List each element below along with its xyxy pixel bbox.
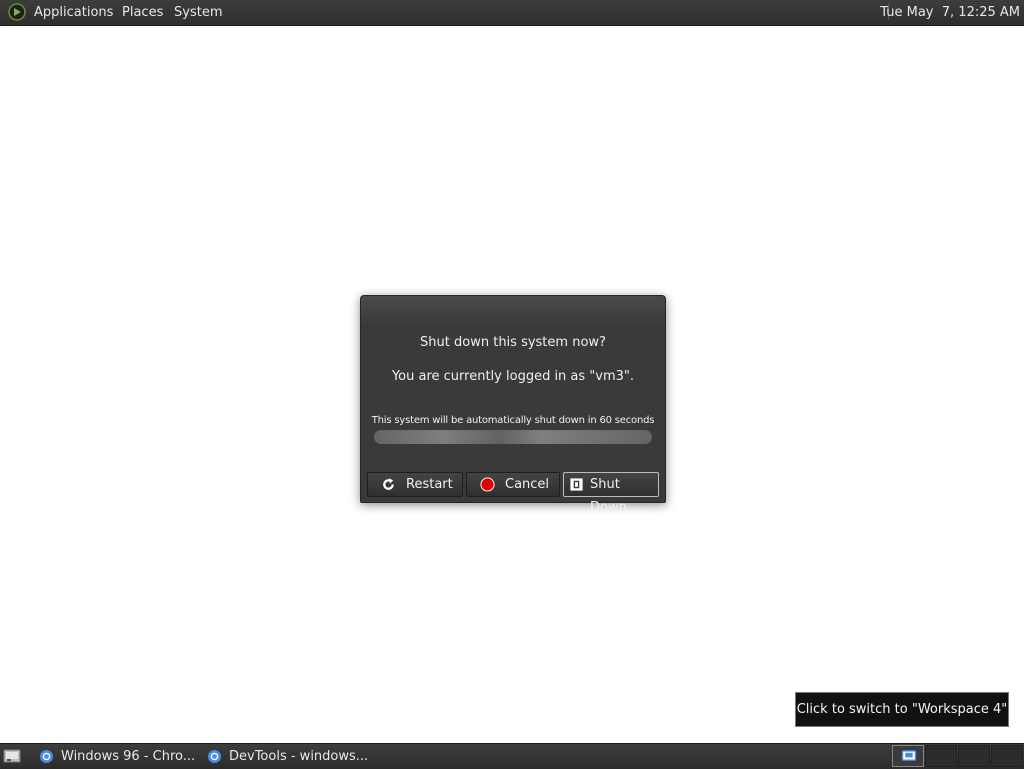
workspace-4[interactable] xyxy=(991,745,1023,767)
workspace-tooltip: Click to switch to "Workspace 4" xyxy=(795,692,1009,727)
dialog-title: Shut down this system now? xyxy=(420,335,606,350)
countdown-label: This system will be automatically shut d… xyxy=(371,415,655,426)
menu-applications[interactable]: Applications xyxy=(34,4,113,21)
cancel-icon xyxy=(480,477,495,492)
window-thumbnail-icon xyxy=(901,750,917,761)
shutdown-dialog: Shut down this system now? You are curre… xyxy=(360,295,666,515)
countdown-progress-bar xyxy=(374,430,652,444)
workspace-switcher xyxy=(892,745,1023,768)
restart-button[interactable]: Restart xyxy=(367,472,463,497)
shutdown-icon xyxy=(570,478,583,491)
cancel-label: Cancel xyxy=(505,477,550,492)
shutdown-button[interactable]: Shut Down xyxy=(563,472,659,515)
menu-system[interactable]: System xyxy=(174,4,222,21)
shutdown-label: Shut Down xyxy=(590,477,627,515)
menu-places[interactable]: Places xyxy=(122,4,163,21)
top-panel: Applications Places System Tue May 7, 12… xyxy=(0,0,1024,26)
progress-fill xyxy=(374,430,652,444)
chrome-icon xyxy=(39,749,54,764)
show-desktop-icon[interactable] xyxy=(3,748,21,764)
clock[interactable]: Tue May 7, 12:25 AM xyxy=(880,4,1020,21)
workspace-2[interactable] xyxy=(925,745,957,767)
cancel-button[interactable]: Cancel xyxy=(466,472,560,497)
linux-mint-logo-icon[interactable] xyxy=(8,3,26,21)
taskbar-item-devtools[interactable]: DevTools - windows... xyxy=(204,746,374,767)
taskbar-item-label: Windows 96 - Chro... xyxy=(61,749,196,764)
restart-label: Restart xyxy=(406,477,453,492)
restart-icon xyxy=(383,478,394,490)
bottom-panel: Windows 96 - Chro... DevTools - windows.… xyxy=(0,743,1024,769)
dialog-subtitle: You are currently logged in as "vm3". xyxy=(391,369,635,384)
workspace-3[interactable] xyxy=(958,745,990,767)
taskbar-item-label: DevTools - windows... xyxy=(229,749,369,764)
workspace-1[interactable] xyxy=(892,745,924,767)
chrome-icon xyxy=(207,749,222,764)
taskbar-item-windows96[interactable]: Windows 96 - Chro... xyxy=(36,746,200,767)
